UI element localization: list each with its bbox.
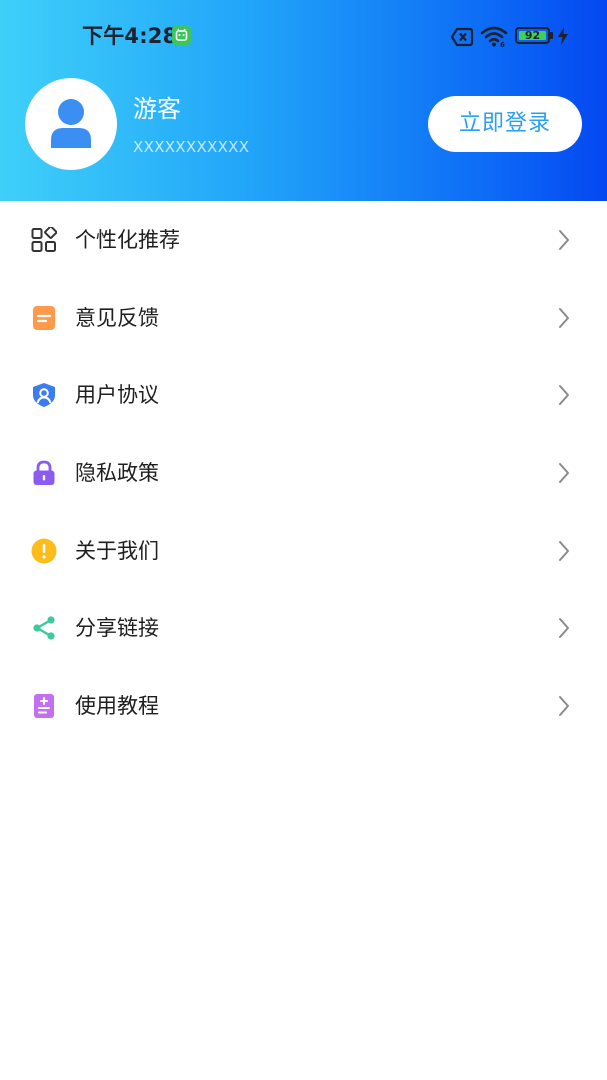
profile-screen: 下午4:28 6 92 游客 XXXXXXXXXXX 立即登录 个性化推荐 意见… [0, 0, 607, 1080]
wifi-icon: 6 [480, 25, 508, 51]
chevron-right-icon [557, 540, 571, 566]
login-button[interactable]: 立即登录 [428, 96, 582, 152]
menu-item-label: 个性化推荐 [75, 228, 180, 252]
menu-item-tutorial[interactable]: 使用教程 [0, 667, 607, 745]
menu-item-label: 关于我们 [75, 538, 159, 563]
chevron-right-icon [557, 307, 571, 333]
battery-icon: 92 [515, 27, 550, 44]
feedback-icon [31, 305, 57, 331]
chevron-right-icon [557, 384, 571, 410]
avatar[interactable] [25, 78, 117, 170]
no-sim-icon [450, 27, 474, 51]
svg-text:6: 6 [500, 41, 505, 47]
user-id: XXXXXXXXXXX [133, 138, 250, 156]
menu-item-personalized-recommendation[interactable]: 个性化推荐 [0, 201, 607, 279]
info-exclamation-icon [31, 538, 57, 564]
share-icon [31, 615, 57, 641]
menu-item-label: 使用教程 [75, 694, 159, 719]
chevron-right-icon [557, 229, 571, 255]
battery-cap [550, 32, 553, 39]
battery-level: 92 [524, 29, 541, 42]
grid-icon [31, 225, 58, 253]
menu-item-user-agreement[interactable]: 用户协议 [0, 356, 607, 434]
menu-item-label: 分享链接 [75, 616, 159, 641]
settings-menu: 个性化推荐 意见反馈 用户协议 隐私政策 关于我们 分享链接 使用教程 [0, 201, 607, 745]
profile-header: 下午4:28 6 92 游客 XXXXXXXXXXX 立即登录 [0, 0, 607, 201]
tutorial-icon [31, 693, 57, 719]
chevron-right-icon [557, 462, 571, 488]
charging-icon [557, 27, 569, 49]
menu-item-label: 用户协议 [75, 383, 159, 408]
menu-item-share-link[interactable]: 分享链接 [0, 589, 607, 667]
menu-item-privacy-policy[interactable]: 隐私政策 [0, 434, 607, 512]
chevron-right-icon [557, 617, 571, 643]
user-name: 游客 [133, 95, 181, 123]
menu-item-about-us[interactable]: 关于我们 [0, 512, 607, 590]
status-time: 下午4:28 [82, 24, 178, 48]
lock-icon [31, 460, 57, 486]
menu-item-label: 隐私政策 [75, 461, 159, 486]
user-avatar-icon [51, 99, 91, 148]
menu-item-feedback[interactable]: 意见反馈 [0, 279, 607, 357]
shield-user-icon [31, 382, 57, 408]
menu-item-label: 意见反馈 [75, 305, 159, 330]
chevron-right-icon [557, 695, 571, 721]
app-notification-icon [172, 26, 191, 45]
